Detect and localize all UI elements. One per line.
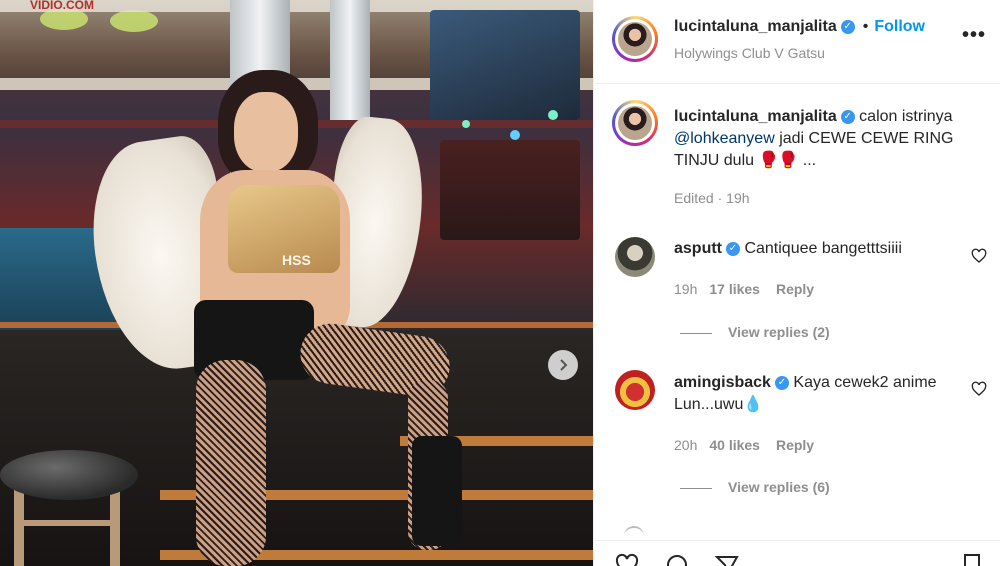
comment-reply-button[interactable]: Reply	[776, 281, 814, 297]
save-bookmark-icon[interactable]	[960, 553, 984, 566]
caption-meta: Edited · 19h	[674, 190, 750, 206]
comment-likes[interactable]: 40 likes	[709, 437, 760, 453]
comment-item: asputt ✓ Cantiquee bangetttsiiii	[674, 238, 974, 260]
share-icon[interactable]	[712, 553, 742, 566]
comment-icon[interactable]	[662, 553, 692, 566]
stool-leg	[110, 486, 120, 566]
chevron-right-icon	[560, 359, 568, 371]
club-bar	[440, 140, 580, 240]
comment-username[interactable]: amingisback	[674, 374, 771, 391]
verified-badge-icon: ✓	[726, 241, 740, 256]
view-replies-label: View replies (2)	[728, 324, 830, 340]
author-username[interactable]: lucintaluna_manjalita	[674, 18, 837, 36]
caption-avatar[interactable]	[612, 100, 658, 146]
verified-badge-icon: ✓	[774, 375, 789, 390]
banner-text: VIDIO.COM	[30, 0, 95, 12]
stool-seat	[0, 450, 138, 500]
club-light	[462, 120, 470, 128]
view-replies-button[interactable]: View replies (2)	[680, 324, 830, 340]
next-photo-button[interactable]	[548, 350, 578, 380]
like-comment-heart-icon[interactable]	[971, 381, 987, 397]
action-bar	[594, 540, 1000, 566]
separator-dot: •	[862, 18, 869, 35]
view-replies-button[interactable]: View replies (6)	[680, 479, 830, 495]
stool-leg	[14, 486, 24, 566]
like-heart-icon[interactable]	[612, 553, 642, 566]
shirt-text: HSS	[282, 252, 311, 268]
left-leg	[196, 360, 266, 566]
comment-avatar[interactable]	[615, 370, 655, 410]
comment-likes[interactable]: 17 likes	[709, 281, 760, 297]
verified-badge-icon: ✓	[840, 20, 855, 34]
caption-mention[interactable]: @lohkeanyew	[674, 130, 775, 147]
photo-light	[110, 10, 158, 32]
caption-time[interactable]: 19h	[726, 190, 749, 206]
club-light	[548, 110, 558, 120]
comment-meta: 19h 17 likes Reply	[674, 281, 814, 297]
view-replies-label: View replies (6)	[728, 479, 830, 495]
stool-rung	[20, 520, 120, 526]
comment-time[interactable]: 19h	[674, 281, 697, 297]
divider-line	[680, 332, 712, 334]
instagram-post-view: VIDIO.COM HSS lucintaluna_manjalita ✓ • …	[0, 0, 1000, 566]
verified-badge-icon: ✓	[840, 109, 855, 124]
like-comment-heart-icon[interactable]	[971, 248, 987, 264]
more-options-icon[interactable]: •••	[962, 24, 986, 47]
follow-button[interactable]: Follow	[874, 18, 925, 36]
post-location[interactable]: Holywings Club V Gatsu	[674, 45, 825, 61]
author-avatar[interactable]	[612, 16, 658, 62]
comment-meta: 20h 40 likes Reply	[674, 437, 814, 453]
caption-text-before: calon istrinya	[859, 108, 953, 125]
comment-username[interactable]: asputt	[674, 240, 722, 257]
post-photo[interactable]: VIDIO.COM HSS	[0, 0, 593, 566]
header-user-row: lucintaluna_manjalita ✓ • Follow	[674, 18, 925, 36]
caption: lucintaluna_manjalita ✓ calon istrinya @l…	[674, 106, 984, 172]
caption-edited: Edited	[674, 190, 714, 206]
post-header: lucintaluna_manjalita ✓ • Follow Holywin…	[594, 0, 1000, 84]
caption-username[interactable]: lucintaluna_manjalita	[674, 108, 837, 125]
comment-avatar[interactable]	[615, 237, 655, 277]
post-side-panel: lucintaluna_manjalita ✓ • Follow Holywin…	[593, 0, 1000, 566]
comment-item: amingisback ✓ Kaya cewek2 anime Lun...uwu…	[674, 372, 964, 416]
club-light	[510, 130, 520, 140]
comment-text: Cantiquee bangetttsiiii	[744, 240, 902, 257]
comment-reply-button[interactable]: Reply	[776, 437, 814, 453]
club-screen	[430, 10, 580, 120]
black-boot	[412, 436, 462, 546]
ring-post	[330, 0, 370, 120]
comment-time[interactable]: 20h	[674, 437, 697, 453]
person-face	[234, 92, 298, 172]
divider-line	[680, 487, 712, 489]
